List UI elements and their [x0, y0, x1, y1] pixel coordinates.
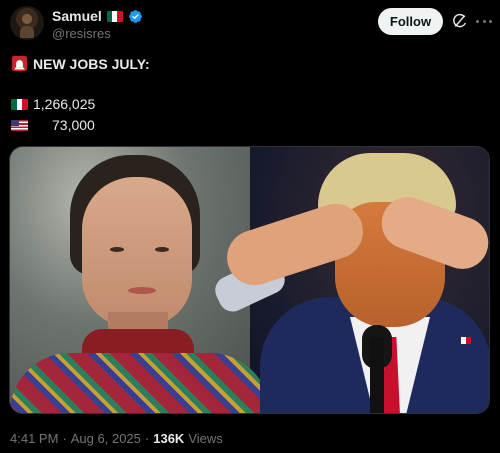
author-display-name[interactable]: Samuel [52, 8, 102, 24]
author-name-row[interactable]: Samuel [52, 8, 143, 24]
post-image[interactable] [9, 146, 490, 414]
separator: · [62, 431, 67, 446]
mexico-flag-icon [11, 98, 28, 110]
separator: · [144, 431, 150, 446]
more-icon[interactable] [476, 14, 492, 28]
verified-badge-icon [128, 9, 142, 23]
stat-value-usa: 73,000 [52, 117, 95, 133]
avatar[interactable] [10, 6, 44, 40]
author-handle[interactable]: @resisres [52, 26, 111, 41]
mexico-flag-icon [106, 10, 123, 22]
stat-row-usa: 73,000 [11, 117, 95, 133]
usa-flag-icon [11, 119, 28, 131]
follow-button[interactable]: Follow [378, 8, 443, 35]
grok-icon[interactable] [452, 13, 468, 29]
post-time[interactable]: 4:41 PM [10, 431, 58, 446]
post-headline: NEW JOBS JULY: [33, 56, 150, 72]
siren-icon [11, 55, 28, 72]
stat-row-mexico: 1,266,025 [11, 96, 95, 112]
stat-value-mexico: 1,266,025 [33, 96, 96, 112]
post-meta: 4:41 PM · Aug 6, 2025 · 136K Views [10, 431, 223, 446]
views-count: 136K [153, 431, 185, 446]
post-date[interactable]: Aug 6, 2025 [71, 431, 141, 446]
views-label: Views [188, 431, 223, 446]
